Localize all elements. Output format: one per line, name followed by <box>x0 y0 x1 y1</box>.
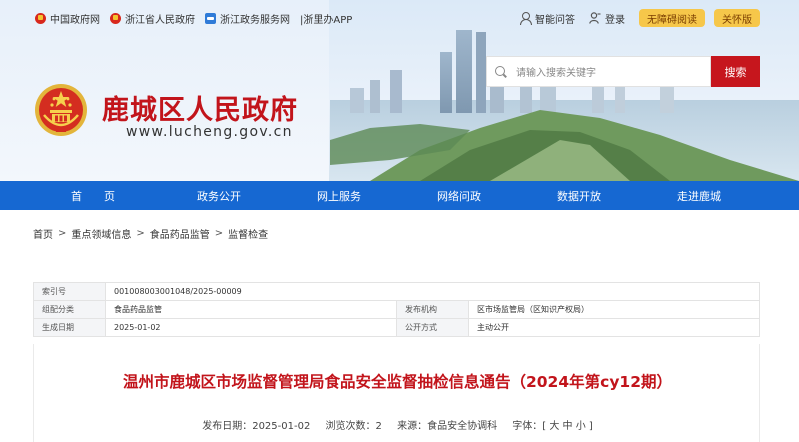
breadcrumb: 首页 > 重点领域信息 > 食品药品监管 > 监督检查 <box>33 226 268 241</box>
link-zhejiang-gov[interactable]: 浙江省人民政府 <box>110 11 195 26</box>
nav-open-data[interactable]: 数据开放 <box>546 181 612 210</box>
national-emblem-icon <box>35 12 46 24</box>
site-title: 鹿城区人民政府 <box>102 95 298 126</box>
main-nav: 首 页 政务公开 网上服务 网络问政 数据开放 走进鹿城 <box>0 181 799 210</box>
care-mode-wrap: 关怀版 <box>714 8 760 28</box>
index-value: 001008003001048/2025-00009 <box>105 282 760 301</box>
article-source: 来源：食品安全协调科 <box>397 421 498 432</box>
smart-qa-label: 智能问答 <box>535 14 575 26</box>
issuer-value: 区市场监管局（区知识产权局） <box>468 300 760 319</box>
national-emblem-logo <box>35 84 87 136</box>
article-title: 温州市鹿城区市场监督管理局食品安全监督抽检信息通告（2024年第cy12期） <box>122 373 672 391</box>
document-info-table: 索引号 001008003001048/2025-00009 组配分类 食品药品… <box>33 282 760 337</box>
view-count: 浏览次数：2 <box>325 421 382 432</box>
table-row: 索引号 001008003001048/2025-00009 <box>33 282 760 301</box>
index-label: 索引号 <box>33 282 106 301</box>
issuer-label: 发布机构 <box>396 300 469 319</box>
table-row: 生成日期 2025-01-02 公开方式 主动公开 <box>33 318 760 337</box>
search-placeholder: 请输入搜索关键字 <box>516 68 596 79</box>
breadcrumb-food-drug[interactable]: 食品药品监管 <box>150 226 210 241</box>
login-label: 登录 <box>605 14 625 26</box>
site-url: www.lucheng.gov.cn <box>126 124 293 140</box>
category-value: 食品药品监管 <box>105 300 397 319</box>
breadcrumb-home[interactable]: 首页 <box>33 226 53 241</box>
publish-date: 发布日期：2025-01-02 <box>202 421 311 432</box>
table-row: 组配分类 食品药品监管 发布机构 区市场监管局（区知识产权局） <box>33 300 760 319</box>
link-zjzwfw[interactable]: 浙江政务服务网 <box>205 11 290 26</box>
breadcrumb-key-info[interactable]: 重点领域信息 <box>71 226 131 241</box>
link-zjzwfw-label: 浙江政务服务网 <box>220 14 290 26</box>
nav-inquiry[interactable]: 网络问政 <box>426 181 492 210</box>
font-size-switch[interactable]: 字体：[ 大 中 小 ] <box>512 421 593 432</box>
breadcrumb-separator: > <box>58 228 67 239</box>
link-zlb-app[interactable]: |浙里办APP <box>300 11 352 26</box>
accessible-reading-button[interactable]: 无障碍阅读 <box>639 9 705 27</box>
search-icon <box>495 65 507 78</box>
link-zlb-app-label: |浙里办APP <box>300 14 353 26</box>
article-container: 温州市鹿城区市场监督管理局食品安全监督抽检信息通告（2024年第cy12期） 发… <box>33 344 760 442</box>
nav-about-lucheng[interactable]: 走进鹿城 <box>666 181 732 210</box>
smart-qa-link[interactable]: 智能问答 <box>519 8 575 28</box>
link-gov-cn[interactable]: 中国政府网 <box>35 11 100 26</box>
search-bar: 请输入搜索关键字 搜索 <box>486 56 760 87</box>
disclosure-label: 公开方式 <box>396 318 469 337</box>
login-user-icon <box>589 12 601 24</box>
search-input[interactable]: 请输入搜索关键字 <box>486 56 711 87</box>
link-gov-cn-label: 中国政府网 <box>50 14 100 26</box>
top-links: 中国政府网 浙江省人民政府 浙江政务服务网 |浙里办APP <box>35 10 362 26</box>
nav-gov-affairs[interactable]: 政务公开 <box>186 181 252 210</box>
search-button[interactable]: 搜索 <box>711 56 760 87</box>
date-label: 生成日期 <box>33 318 106 337</box>
login-link[interactable]: 登录 <box>589 8 625 28</box>
breadcrumb-separator: > <box>136 228 145 239</box>
breadcrumb-separator: > <box>214 228 224 239</box>
national-emblem-icon <box>110 12 121 24</box>
link-zhejiang-gov-label: 浙江省人民政府 <box>125 14 195 26</box>
header-banner: 中国政府网 浙江省人民政府 浙江政务服务网 |浙里办APP 智能问答 登录 无障… <box>0 0 799 181</box>
accessible-wrap: 无障碍阅读 <box>639 8 705 28</box>
user-icon <box>519 12 532 25</box>
disclosure-value: 主动公开 <box>468 318 760 337</box>
category-label: 组配分类 <box>33 300 106 319</box>
care-mode-button[interactable]: 关怀版 <box>714 9 760 27</box>
breadcrumb-inspection[interactable]: 监督检查 <box>228 226 268 241</box>
article-meta: 发布日期：2025-01-02 浏览次数：2 来源：食品安全协调科 字体：[ 大… <box>34 417 761 432</box>
nav-online-service[interactable]: 网上服务 <box>306 181 372 210</box>
zjzwfw-icon <box>205 12 216 24</box>
nav-home[interactable]: 首 页 <box>60 181 126 210</box>
date-value: 2025-01-02 <box>105 318 397 337</box>
